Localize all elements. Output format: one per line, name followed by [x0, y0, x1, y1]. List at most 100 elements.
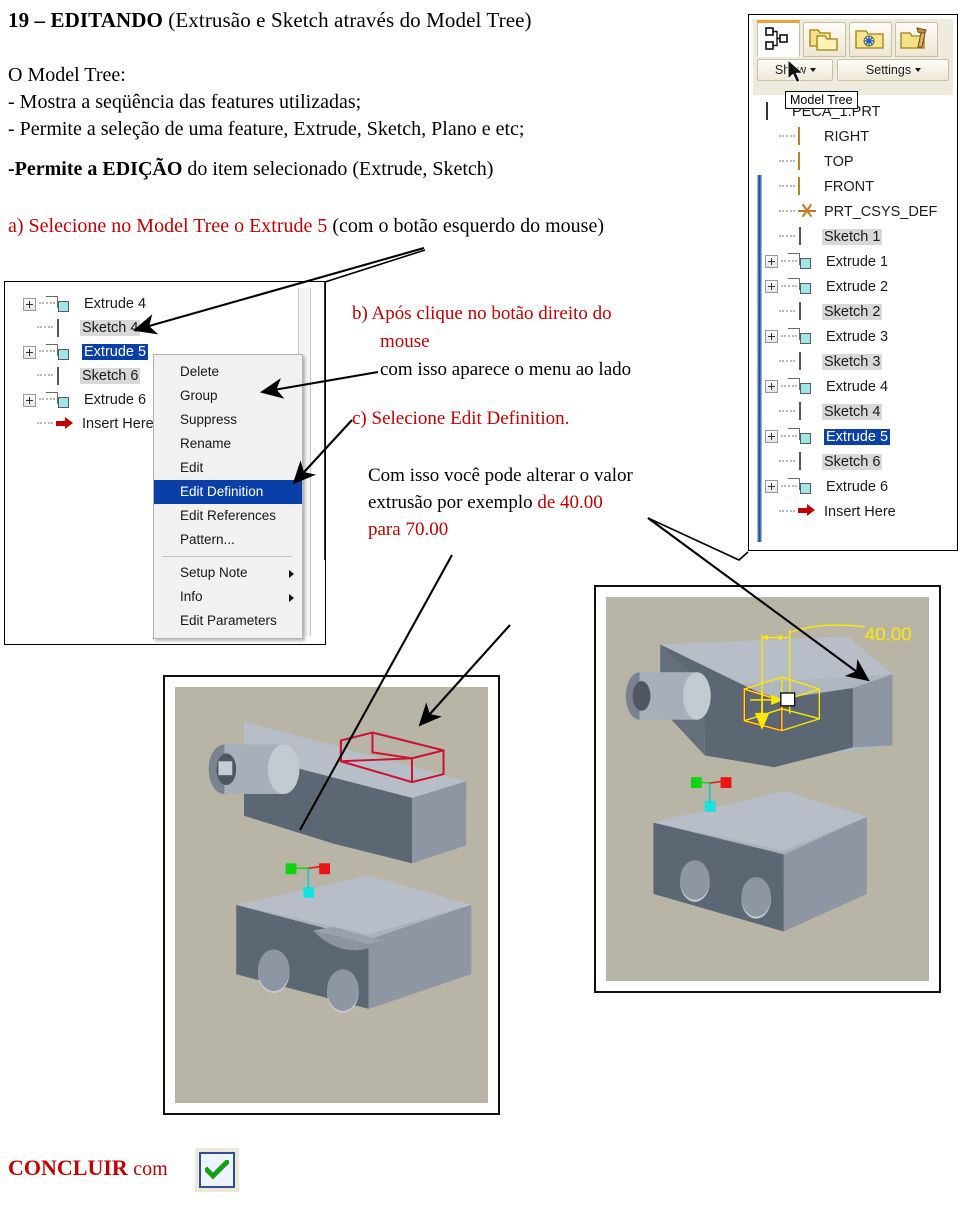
settings-button[interactable]: Settings [837, 59, 949, 81]
menu-item-edit[interactable]: Edit [154, 456, 302, 480]
step-b: b) Após clique no botão direito do mouse… [352, 300, 712, 384]
ok-check-button[interactable] [195, 1148, 239, 1192]
plane-icon [797, 152, 817, 170]
tree-item-sketch-2[interactable]: Sketch 2 [765, 299, 939, 324]
intro-block: O Model Tree: - Mostra a seqüência das f… [8, 62, 524, 143]
extrude-icon [788, 378, 819, 395]
expand-icon[interactable] [23, 297, 36, 311]
menu-item-label: Rename [180, 436, 232, 451]
tree-item-insert-here[interactable]: Insert Here [23, 412, 156, 436]
tree-item-extrude-4[interactable]: Extrude 4 [765, 374, 939, 399]
left-model-tree[interactable]: Extrude 4 Sketch 4 Extrude 5 Sketch 6 Extrud… [23, 292, 156, 436]
step-b-line-2: mouse [380, 331, 430, 352]
menu-item-edit-definition[interactable]: Edit Definition [154, 480, 302, 504]
check-icon [205, 1160, 229, 1180]
tree-item-extrude-5[interactable]: Extrude 5 [23, 340, 156, 364]
tree-item-sketch-6[interactable]: Sketch 6 [765, 449, 939, 474]
mouse-pointer-icon [787, 59, 805, 84]
menu-item-label: Edit References [180, 508, 277, 523]
menu-item-setup-note[interactable]: Setup Note [154, 561, 302, 585]
tree-item-insert-here[interactable]: Insert Here [765, 499, 939, 524]
tree-item-prt-csys-def[interactable]: PRT_CSYS_DEF [765, 199, 939, 224]
model-tree-toolbar: Show Settings [753, 19, 953, 81]
tree-item-label: Insert Here [82, 416, 154, 432]
expand-icon[interactable] [765, 330, 778, 343]
concluir-com-text: com [133, 1158, 168, 1180]
menu-item-rename[interactable]: Rename [154, 432, 302, 456]
expand-icon[interactable] [23, 393, 36, 407]
permite-edicao-line: -Permite a EDIÇÃO do item selecionado (E… [8, 158, 493, 181]
tree-connector [779, 159, 795, 164]
submenu-arrow-icon [289, 594, 294, 602]
tree-connector [779, 209, 795, 214]
tab-folder-tools[interactable] [895, 22, 938, 57]
tree-item-sketch-4[interactable]: Sketch 4 [23, 316, 156, 340]
model-tree-icon [765, 27, 788, 50]
expand-icon[interactable] [765, 430, 778, 443]
guide-line-top [324, 249, 426, 283]
tree-item-extrude-6[interactable]: Extrude 6 [765, 474, 939, 499]
tab-model-tree[interactable] [757, 20, 800, 57]
tree-item-top[interactable]: TOP [765, 149, 939, 174]
expand-icon[interactable] [765, 280, 778, 293]
menu-item-label: Delete [180, 364, 220, 379]
model-tree-scroll-area[interactable]: PECA_1.PRT RIGHT TOP FRONT PRT_CSYS_DEF Sketc… [753, 95, 953, 546]
tree-item-extrude-3[interactable]: Extrude 3 [765, 324, 939, 349]
permite-bold: Permite a EDIÇÃO [14, 158, 183, 180]
tree-item-sketch-6[interactable]: Sketch 6 [23, 364, 156, 388]
menu-item-group[interactable]: Group [154, 384, 302, 408]
tree-item-extrude-5[interactable]: Extrude 5 [765, 424, 939, 449]
step-a-red: a) Selecione no Model Tree o Extrude 5 [8, 215, 328, 237]
menu-item-pattern-[interactable]: Pattern... [154, 528, 302, 552]
menu-item-edit-parameters[interactable]: Edit Parameters [154, 609, 302, 633]
menu-item-suppress[interactable]: Suppress [154, 408, 302, 432]
step-a-black: (com o botão esquerdo do mouse) [327, 215, 604, 237]
tree-item-label: Extrude 6 [826, 478, 889, 495]
expand-icon[interactable] [765, 380, 778, 393]
menu-item-edit-references[interactable]: Edit References [154, 504, 302, 528]
right-model-tree[interactable]: PECA_1.PRT RIGHT TOP FRONT PRT_CSYS_DEF Sketc… [765, 99, 939, 524]
intro-line-2: - Mostra a seqüência das features utiliz… [8, 91, 362, 113]
sketch-icon [55, 366, 75, 385]
tab-folder-copy[interactable] [803, 22, 846, 57]
menu-item-delete[interactable]: Delete [154, 360, 302, 384]
extrude-icon [788, 428, 819, 445]
tree-item-label: Extrude 2 [826, 278, 889, 295]
note-alterar-valor: Com isso você pode alterar o valor extru… [368, 462, 718, 543]
tree-left-rail [757, 175, 762, 542]
tree-item-label: Sketch 1 [822, 228, 883, 245]
context-menu[interactable]: Delete Group Suppress Rename Edit Edit Defini… [153, 354, 303, 639]
note-line-1: Com isso você pode alterar o valor [368, 465, 633, 486]
expand-icon[interactable] [765, 480, 778, 493]
tree-item-label: Extrude 5 [82, 344, 149, 360]
extrude-icon [46, 295, 77, 313]
folder-copy-icon [809, 29, 838, 51]
tree-connector [779, 184, 795, 189]
tree-connector [37, 422, 53, 426]
tree-item-label: TOP [824, 153, 854, 170]
extrude-icon [46, 343, 77, 361]
tab-folder-star[interactable] [849, 22, 892, 57]
tree-item-label: FRONT [824, 178, 874, 195]
tree-item-right[interactable]: RIGHT [765, 124, 939, 149]
expand-icon[interactable] [23, 345, 36, 359]
tree-item-sketch-4[interactable]: Sketch 4 [765, 399, 939, 424]
tree-item-extrude-2[interactable]: Extrude 2 [765, 274, 939, 299]
tree-item-sketch-1[interactable]: Sketch 1 [765, 224, 939, 249]
tree-item-extrude-6[interactable]: Extrude 6 [23, 388, 156, 412]
tree-item-front[interactable]: FRONT [765, 174, 939, 199]
tree-item-extrude-1[interactable]: Extrude 1 [765, 249, 939, 274]
part-icon [765, 102, 785, 120]
tree-item-label: Sketch 4 [80, 320, 141, 336]
expand-icon[interactable] [765, 255, 778, 268]
tree-item-extrude-4[interactable]: Extrude 4 [23, 292, 156, 316]
tree-item-sketch-3[interactable]: Sketch 3 [765, 349, 939, 374]
settings-button-label: Settings [865, 63, 912, 77]
viewport-frame-right: 40.00 [594, 585, 941, 993]
menu-item-info[interactable]: Info [154, 585, 302, 609]
viewport-frame-left [163, 675, 500, 1115]
insert-here-icon [55, 416, 75, 433]
sketch-icon [55, 318, 75, 337]
